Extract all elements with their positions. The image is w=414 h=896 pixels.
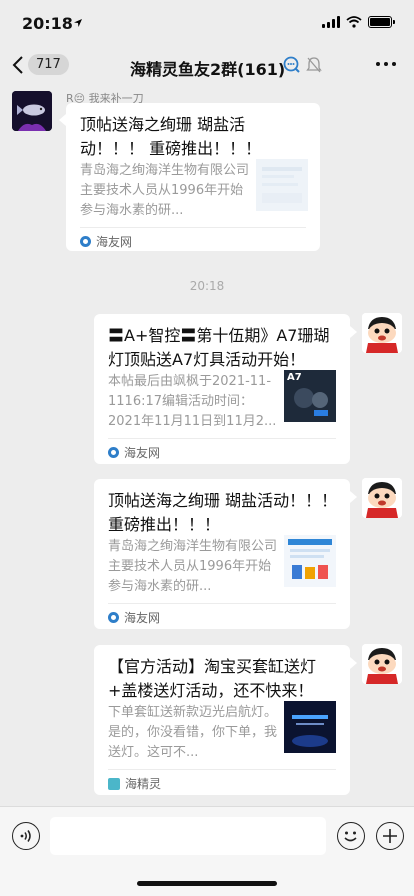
emoji-button[interactable] [337, 822, 365, 850]
smiley-icon [344, 831, 357, 842]
link-card[interactable]: 【官方活动】淘宝买套缸送灯+盖楼送灯活动，还不快来！ 下单套缸送新款迈光启航灯。… [94, 645, 350, 795]
source-name: 海精灵 [125, 777, 162, 791]
status-time: 20:18 [22, 14, 73, 33]
chat-message-list[interactable]: R😔 我来补一刀 顶帖送海之绚珊 瑚盐活动！！！ 重磅推出！！！ 青岛海之绚海洋… [0, 90, 414, 806]
card-source: 海友网 [80, 233, 132, 250]
chat-header: 717 海精灵鱼友2群(161) [0, 44, 414, 90]
card-description: 下单套缸送新款迈光启航灯。是的，你没看错，你下单，我送灯。这可不... [108, 705, 278, 760]
card-divider [108, 603, 336, 604]
card-thumbnail [284, 701, 336, 753]
voice-icon [20, 830, 31, 842]
chat-title: 海精灵鱼友2群(161) [130, 60, 286, 79]
more-functions-button[interactable] [376, 822, 404, 850]
card-thumbnail [284, 535, 336, 587]
site-logo-icon [80, 236, 91, 247]
thumbnail-label: A7 [287, 372, 302, 383]
site-logo-icon [108, 612, 119, 623]
card-divider [80, 227, 306, 228]
status-bar: 20:18 [0, 0, 414, 44]
link-card[interactable]: 〓A+智控〓第十伍期》A7珊瑚灯顶贴送A7灯具活动开始！ 本帖最后由飒枫于202… [94, 314, 350, 464]
card-description: 青岛海之绚海洋生物有限公司主要技术人员从1996年开始参与海水素的研... [108, 539, 278, 594]
site-logo-icon [108, 447, 119, 458]
card-description: 青岛海之绚海洋生物有限公司主要技术人员从1996年开始参与海水素的研... [80, 163, 250, 218]
card-source: 海友网 [108, 609, 160, 626]
battery-icon [368, 16, 395, 28]
message-text-field[interactable] [50, 817, 326, 855]
card-thumbnail: A7 [284, 370, 336, 422]
cellular-signal-icon [322, 16, 340, 28]
home-indicator [137, 881, 277, 886]
group-chat-icon [283, 56, 300, 73]
source-name: 海友网 [96, 235, 133, 249]
voice-input-button[interactable] [12, 822, 40, 850]
source-name: 海友网 [124, 611, 161, 625]
card-divider [108, 438, 336, 439]
wifi-icon [346, 16, 362, 28]
more-options-button[interactable] [376, 62, 396, 66]
my-avatar[interactable] [362, 644, 402, 684]
link-card[interactable]: 顶帖送海之绚珊 瑚盐活动！！！ 重磅推出！！！ 青岛海之绚海洋生物有限公司主要技… [94, 479, 350, 629]
my-avatar[interactable] [362, 478, 402, 518]
back-button[interactable]: 717 [12, 54, 69, 75]
my-avatar[interactable] [362, 313, 402, 353]
location-arrow-icon [74, 19, 82, 27]
card-description: 本帖最后由飒枫于2021-11-1116:17编辑活动时间：2021年11月11… [108, 374, 277, 429]
bubble-tail [350, 326, 357, 338]
card-source: 海精灵 [108, 775, 161, 792]
card-title: 〓A+智控〓第十伍期》A7珊瑚灯顶贴送A7灯具活动开始！ [108, 326, 330, 369]
card-divider [108, 769, 336, 770]
card-source: 海友网 [108, 444, 160, 461]
sender-avatar[interactable] [12, 91, 52, 131]
mute-bell-icon [306, 57, 322, 73]
card-title: 顶帖送海之绚珊 瑚盐活动！！！ 重磅推出！！！ [108, 491, 338, 534]
app-logo-icon [108, 777, 120, 790]
bubble-tail [59, 114, 66, 126]
card-title: 【官方活动】淘宝买套缸送灯+盖楼送灯活动，还不快来！ [108, 657, 317, 700]
unread-count-badge: 717 [28, 54, 69, 75]
link-card[interactable]: 顶帖送海之绚珊 瑚盐活动！！！ 重磅推出！！！ 青岛海之绚海洋生物有限公司主要技… [66, 103, 320, 251]
bubble-tail [350, 491, 357, 503]
timestamp: 20:18 [189, 279, 225, 293]
source-name: 海友网 [124, 446, 161, 460]
card-thumbnail [256, 159, 308, 211]
card-title: 顶帖送海之绚珊 瑚盐活动！！！ 重磅推出！！！ [80, 115, 262, 158]
chevron-left-icon [12, 55, 23, 74]
bubble-tail [350, 657, 357, 669]
plus-icon [383, 829, 397, 843]
